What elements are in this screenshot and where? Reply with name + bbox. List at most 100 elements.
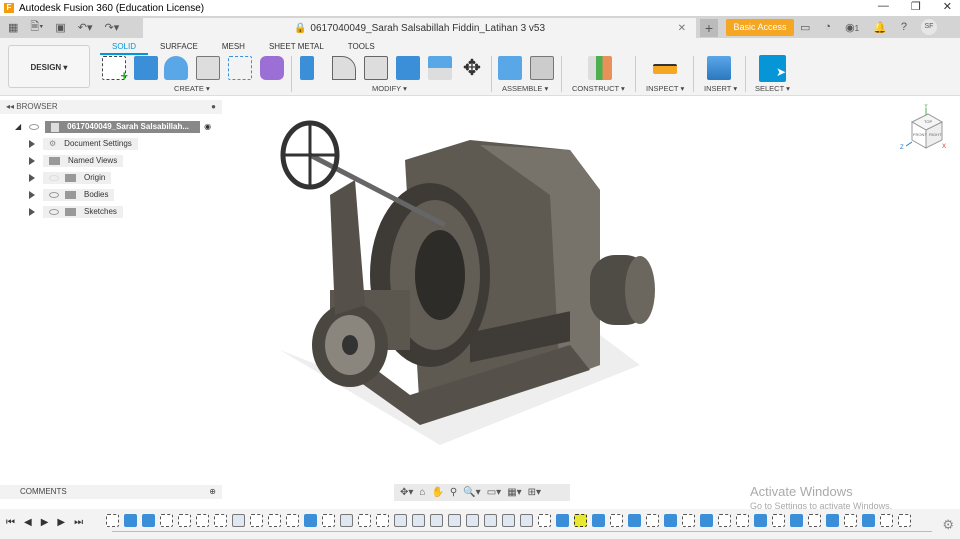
joint-icon[interactable] <box>530 56 554 80</box>
timeline-extrude-icon[interactable] <box>124 514 137 527</box>
timeline-feature-icon[interactable] <box>340 514 353 527</box>
expand-icon[interactable] <box>29 140 35 148</box>
minimize-icon[interactable]: — <box>878 0 889 13</box>
offset-plane-icon[interactable] <box>588 56 612 80</box>
timeline-sketch-icon[interactable] <box>610 514 623 527</box>
create-sketch-icon[interactable]: + <box>102 56 128 83</box>
user-avatar[interactable]: SF <box>920 19 937 35</box>
timeline-sketch-icon[interactable] <box>196 514 209 527</box>
create-menu[interactable]: CREATE ▾ <box>174 84 210 93</box>
step-forward-icon[interactable]: ▶ <box>57 517 65 528</box>
timeline-extrude-icon[interactable] <box>304 514 317 527</box>
move-icon[interactable]: ✥ <box>460 56 484 80</box>
timeline-extrude-icon[interactable] <box>592 514 605 527</box>
extensions-icon[interactable]: ◔ <box>824 21 831 33</box>
timeline-sketch-icon[interactable] <box>718 514 731 527</box>
shell-icon[interactable] <box>364 56 388 80</box>
measure-icon[interactable] <box>653 64 677 74</box>
insert-menu[interactable]: INSERT ▾ <box>704 84 737 93</box>
fillet-icon[interactable] <box>332 56 356 80</box>
tab-tools[interactable]: TOOLS <box>336 41 387 55</box>
press-pull-icon[interactable] <box>300 56 314 80</box>
timeline-sketch-icon[interactable] <box>844 514 857 527</box>
winch-3d-model[interactable] <box>270 115 670 455</box>
apps-grid-icon[interactable]: ▦ <box>8 21 18 34</box>
timeline-sketch-icon[interactable] <box>808 514 821 527</box>
select-menu[interactable]: SELECT ▾ <box>755 84 790 93</box>
timeline-sketch-icon[interactable] <box>178 514 191 527</box>
zoom-icon[interactable]: ⚲ <box>450 487 457 498</box>
timeline-feature-icon[interactable] <box>448 514 461 527</box>
go-to-start-icon[interactable]: ⏮ <box>6 517 15 528</box>
basic-access-button[interactable]: Basic Access <box>726 19 794 36</box>
file-menu-icon[interactable]: 🗎▾ <box>30 18 43 37</box>
browser-panel-header[interactable]: ◂◂ BROWSER ● <box>0 100 222 114</box>
timeline-extrude-icon[interactable] <box>790 514 803 527</box>
tab-solid[interactable]: SOLID <box>100 41 149 55</box>
timeline-sketch-icon[interactable] <box>772 514 785 527</box>
orbit-icon[interactable]: ✥▾ <box>400 487 413 498</box>
notifications-icon[interactable]: 🔔 <box>873 21 887 34</box>
timeline-sketch-icon[interactable] <box>322 514 335 527</box>
chat-icon[interactable]: ▭ <box>800 21 810 34</box>
timeline-settings-gear-icon[interactable]: ⚙ <box>942 517 954 533</box>
fit-icon[interactable]: 🔍▾ <box>463 487 480 498</box>
timeline-sketch-icon[interactable] <box>106 514 119 527</box>
timeline-sketch-icon[interactable] <box>736 514 749 527</box>
timeline-extrude-icon[interactable] <box>664 514 677 527</box>
expand-icon[interactable] <box>29 208 35 216</box>
add-comment-icon[interactable]: ⊕ <box>209 485 216 499</box>
go-to-end-icon[interactable]: ⏭ <box>74 517 83 528</box>
redo-icon[interactable]: ↷▾ <box>104 21 119 34</box>
timeline-extrude-icon[interactable] <box>700 514 713 527</box>
timeline-sketch-icon[interactable] <box>286 514 299 527</box>
viewports-icon[interactable]: ⊞▾ <box>528 487 541 498</box>
timeline-sketch-selected-icon[interactable] <box>574 514 587 527</box>
visibility-icon[interactable] <box>29 124 40 130</box>
browser-item-sketches[interactable]: Sketches <box>29 206 123 218</box>
timeline-extrude-icon[interactable] <box>826 514 839 527</box>
timeline-sketch-icon[interactable] <box>376 514 389 527</box>
expand-icon[interactable] <box>29 157 35 165</box>
collapse-icon[interactable]: ◂◂ <box>6 102 16 111</box>
restore-icon[interactable]: ❐ <box>911 0 921 13</box>
timeline-feature-icon[interactable] <box>430 514 443 527</box>
timeline-sketch-icon[interactable] <box>214 514 227 527</box>
close-tab-icon[interactable]: ✕ <box>678 23 686 34</box>
timeline-sketch-icon[interactable] <box>268 514 281 527</box>
timeline-sketch-icon[interactable] <box>682 514 695 527</box>
grid-settings-icon[interactable]: ▦▾ <box>507 487 521 498</box>
timeline-sketch-icon[interactable] <box>358 514 371 527</box>
assemble-menu[interactable]: ASSEMBLE ▾ <box>502 84 548 93</box>
timeline-feature-icon[interactable] <box>412 514 425 527</box>
timeline-sketch-icon[interactable] <box>880 514 893 527</box>
browser-item-named-views[interactable]: Named Views <box>29 155 124 167</box>
expand-icon[interactable] <box>29 174 35 182</box>
step-back-icon[interactable]: ◀ <box>24 517 32 528</box>
extrude-icon[interactable] <box>134 56 158 80</box>
timeline-feature-icon[interactable] <box>394 514 407 527</box>
new-component-icon[interactable] <box>498 56 522 80</box>
timeline-feature-icon[interactable] <box>232 514 245 527</box>
insert-image-icon[interactable] <box>707 56 731 80</box>
activate-radio-icon[interactable]: ◉ <box>204 121 211 133</box>
combine-icon[interactable] <box>396 56 420 80</box>
timeline-feature-icon[interactable] <box>520 514 533 527</box>
visibility-icon[interactable] <box>49 192 59 198</box>
browser-item-bodies[interactable]: Bodies <box>29 189 115 201</box>
timeline-sketch-icon[interactable] <box>250 514 263 527</box>
split-body-icon[interactable] <box>428 56 452 80</box>
timeline-sketch-icon[interactable] <box>160 514 173 527</box>
timeline-extrude-icon[interactable] <box>628 514 641 527</box>
timeline-extrude-icon[interactable] <box>862 514 875 527</box>
job-status-icon[interactable]: ◉1 <box>845 21 859 34</box>
revolve-icon[interactable] <box>164 56 188 80</box>
expand-icon[interactable] <box>29 191 35 199</box>
display-settings-icon[interactable]: ▭▾ <box>487 487 501 498</box>
create-form-icon[interactable] <box>260 56 284 80</box>
save-icon[interactable]: ▣ <box>55 21 65 34</box>
inspect-menu[interactable]: INSPECT ▾ <box>646 84 684 93</box>
timeline-extrude-icon[interactable] <box>754 514 767 527</box>
pattern-icon[interactable] <box>228 56 252 80</box>
visibility-icon[interactable] <box>49 209 59 215</box>
